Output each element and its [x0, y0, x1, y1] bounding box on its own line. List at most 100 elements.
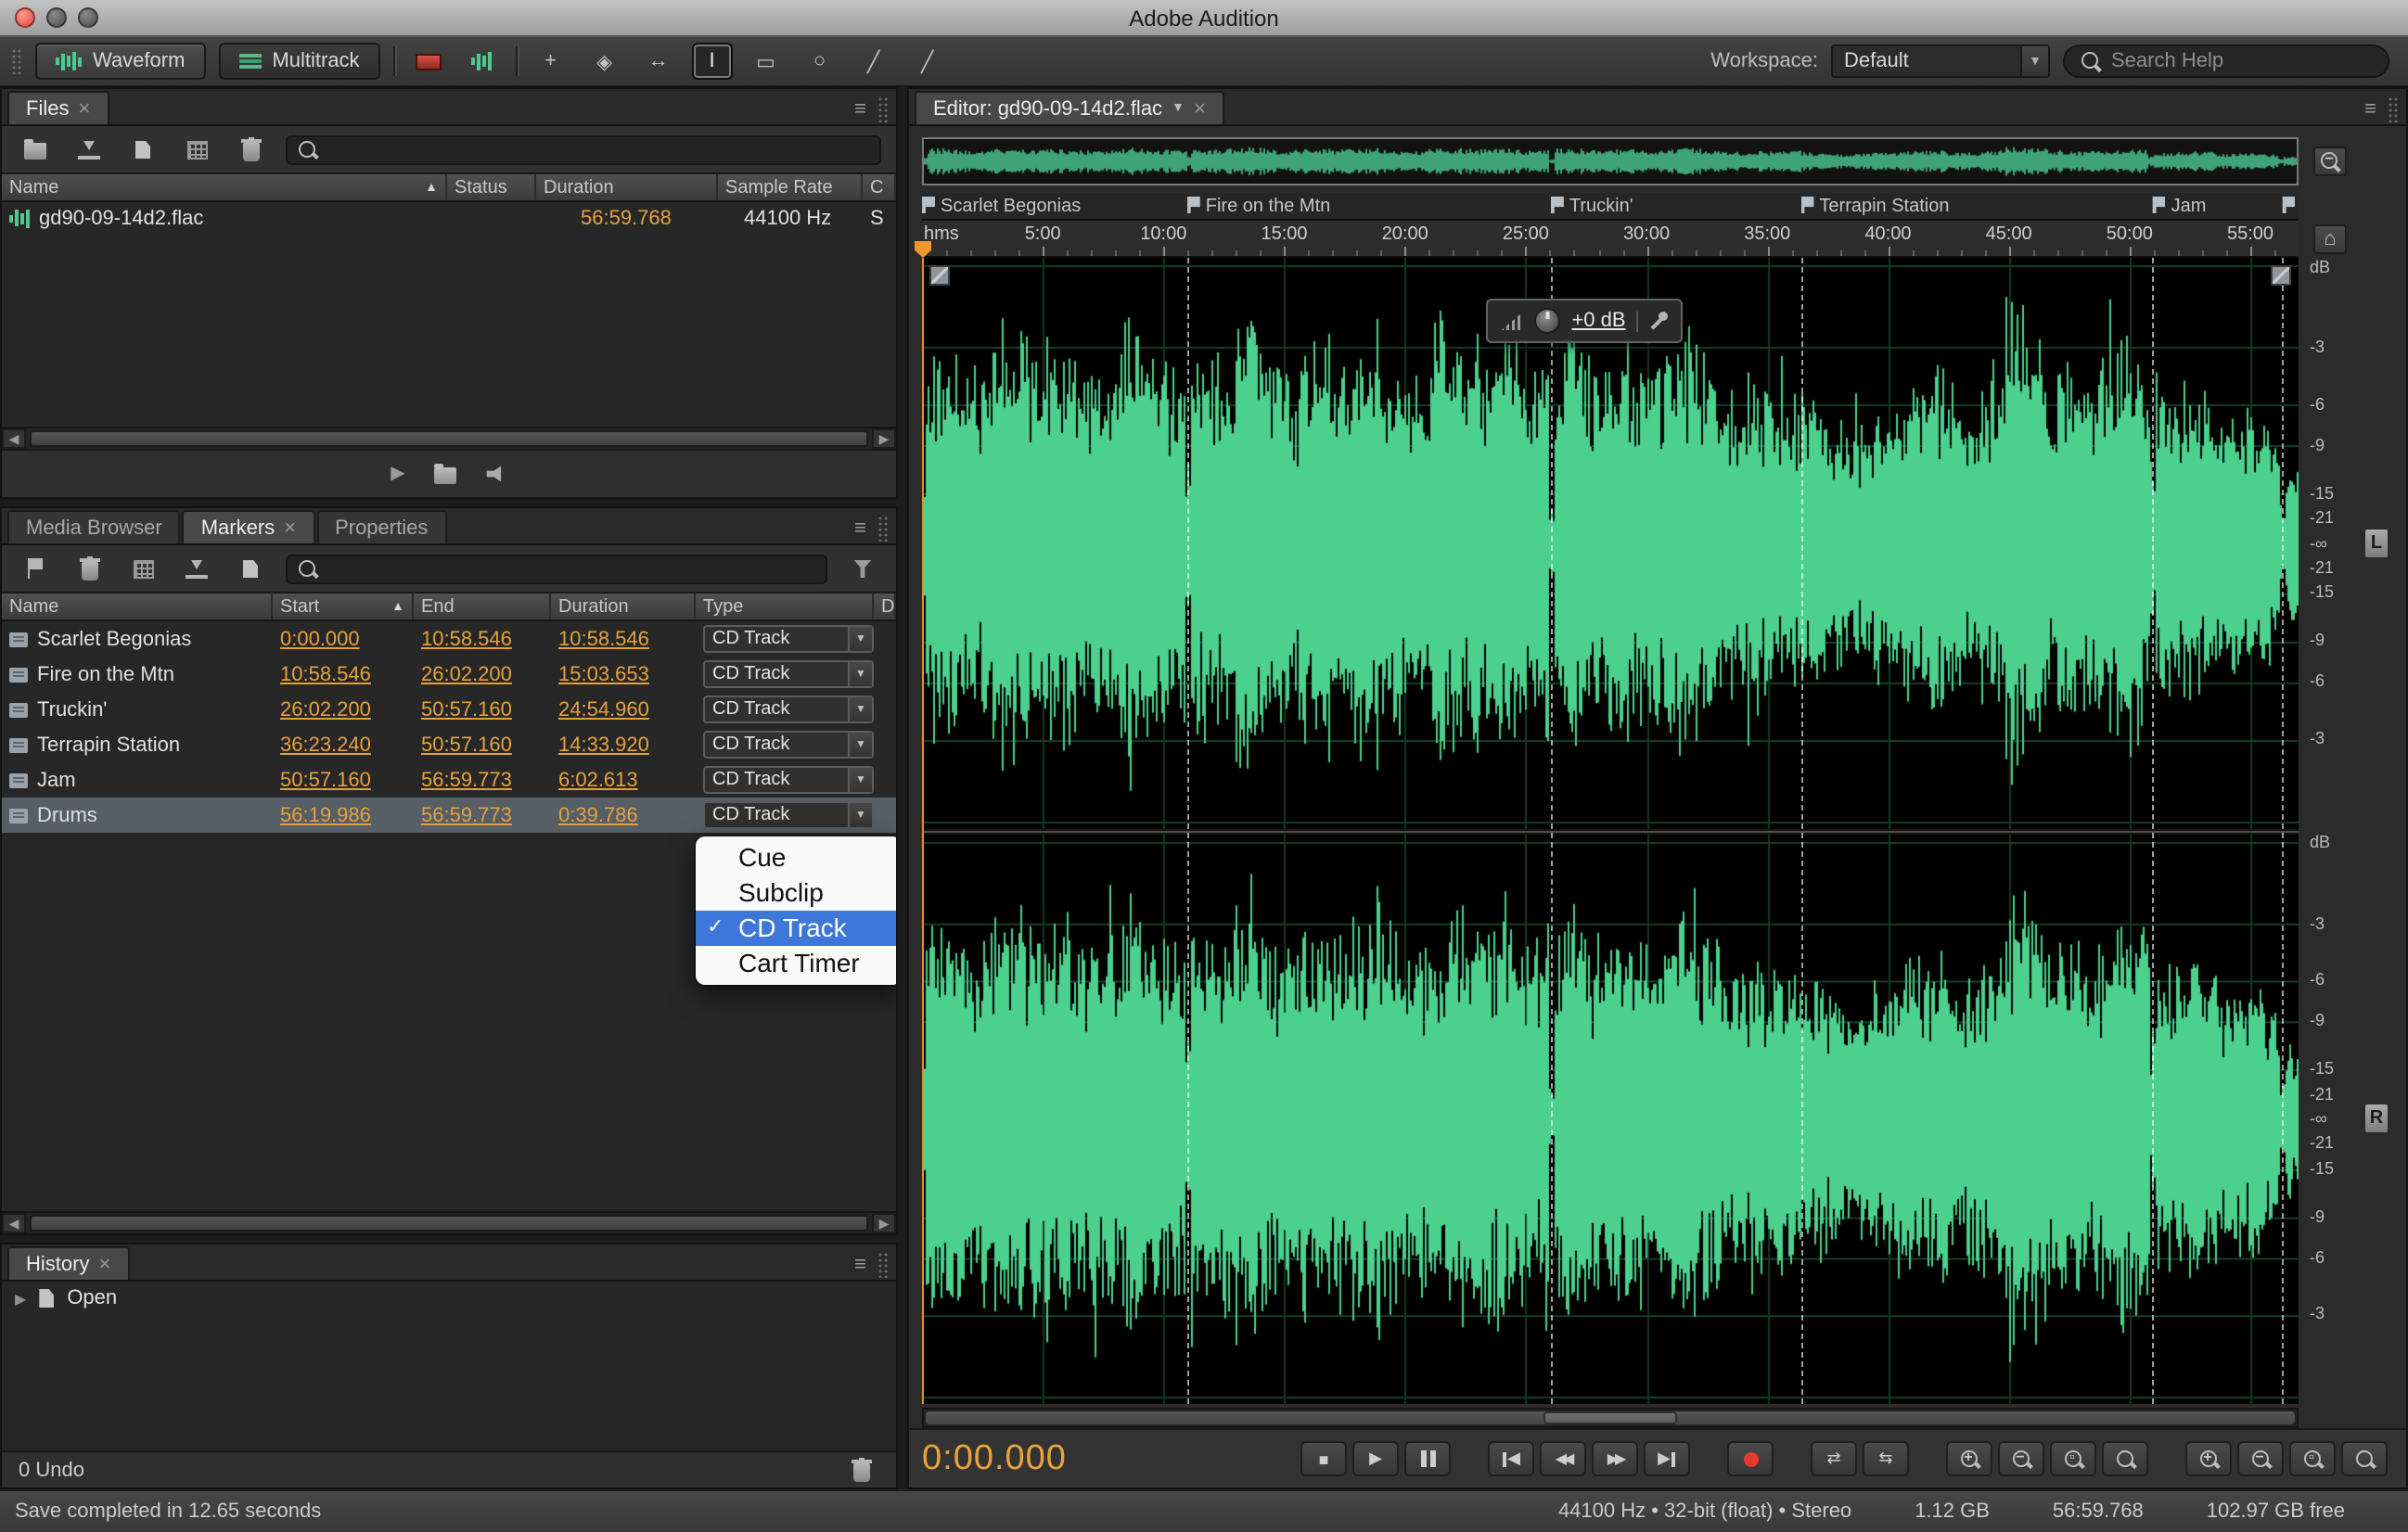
- volume-hud[interactable]: +0 dB: [1486, 299, 1684, 343]
- marker-duration[interactable]: 6:02.613: [551, 769, 696, 791]
- scroll-left-icon[interactable]: ◀: [2, 428, 26, 449]
- zoom-reset-button[interactable]: [2341, 1441, 2388, 1476]
- ribbon-marker[interactable]: Jam: [2152, 197, 2206, 217]
- type-menu-option[interactable]: Cart Timer: [696, 946, 896, 981]
- zoom-button[interactable]: [78, 7, 98, 28]
- marker-start[interactable]: 10:58.546: [273, 663, 414, 685]
- zoom-out-button[interactable]: −: [1998, 1441, 2044, 1476]
- marker-row[interactable]: Fire on the Mtn 10:58.546 26:02.200 15:0…: [2, 657, 896, 692]
- loop-preview-button[interactable]: [486, 465, 507, 483]
- ribbon-marker[interactable]: Scarlet Begonias: [922, 197, 1081, 217]
- lasso-selection-tool-button[interactable]: ○: [800, 43, 840, 80]
- chevron-down-icon[interactable]: ▼: [848, 803, 872, 827]
- volume-knob[interactable]: [1534, 308, 1561, 334]
- waveform-canvas-right[interactable]: [922, 834, 2299, 1404]
- chevron-down-icon[interactable]: ▼: [848, 733, 872, 757]
- zoom-home-button[interactable]: ⌂: [2313, 224, 2347, 254]
- overview-zoom-out-button[interactable]: −: [2313, 147, 2347, 176]
- marker-row[interactable]: Terrapin Station 36:23.240 50:57.160 14:…: [2, 727, 896, 762]
- ribbon-marker[interactable]: Drums: [2282, 197, 2299, 217]
- insert-markers-into-playlist-button[interactable]: [178, 552, 215, 585]
- panel-grip[interactable]: [877, 1252, 889, 1278]
- markers-search-input[interactable]: [327, 557, 816, 580]
- chevron-down-icon[interactable]: ▼: [1172, 102, 1185, 115]
- playhead-handle[interactable]: [915, 241, 931, 258]
- pause-button[interactable]: [1404, 1441, 1451, 1476]
- marker-row[interactable]: Jam 50:57.160 56:59.773 6:02.613 CD Trac…: [2, 762, 896, 798]
- tab-media-browser[interactable]: Media Browser: [7, 510, 181, 543]
- chevron-down-icon[interactable]: ▼: [848, 662, 872, 686]
- marker-type-select[interactable]: CD Track ▼: [703, 731, 874, 759]
- column-header-sample-rate[interactable]: Sample Rate: [718, 174, 863, 200]
- frequency-display-button[interactable]: [462, 43, 503, 80]
- files-hscrollbar[interactable]: ◀ ▶: [2, 427, 896, 449]
- marker-row[interactable]: Truckin' 26:02.200 50:57.160 24:54.960 C…: [2, 692, 896, 727]
- close-icon[interactable]: ×: [78, 97, 90, 120]
- play-button[interactable]: ▶: [1352, 1441, 1399, 1476]
- pin-icon[interactable]: [1650, 311, 1669, 331]
- chevron-down-icon[interactable]: ▼: [2020, 46, 2048, 76]
- column-header-duration[interactable]: Duration: [551, 594, 696, 619]
- tab-editor[interactable]: Editor: gd90-09-14d2.flac ▼ ×: [915, 91, 1224, 124]
- column-header-start[interactable]: Start ▲: [273, 594, 414, 619]
- ribbon-marker[interactable]: Truckin': [1550, 197, 1633, 217]
- scrollbar-thumb[interactable]: [30, 1215, 868, 1232]
- fast-forward-button[interactable]: ▶▶: [1592, 1441, 1638, 1476]
- marker-type-select[interactable]: CD Track ▼: [703, 766, 874, 794]
- marker-duration[interactable]: 10:58.546: [551, 628, 696, 650]
- zoom-in-point-button[interactable]: +: [2185, 1441, 2232, 1476]
- close-button[interactable]: [15, 7, 35, 28]
- insert-into-multitrack-button[interactable]: [178, 133, 215, 166]
- chevron-down-icon[interactable]: ▼: [848, 768, 872, 792]
- stop-button[interactable]: ■: [1300, 1441, 1347, 1476]
- slip-tool-button[interactable]: ↔: [638, 43, 679, 80]
- volume-value[interactable]: +0 dB: [1571, 310, 1625, 332]
- playhead-line[interactable]: [922, 258, 924, 1404]
- search-help-input[interactable]: Search Help: [2063, 45, 2389, 78]
- marker-ribbon[interactable]: Scarlet Begonias Fire on the Mtn Truckin' T…: [922, 193, 2299, 221]
- multitrack-view-button[interactable]: Multitrack: [218, 43, 380, 80]
- tab-files[interactable]: Files ×: [7, 91, 109, 124]
- chevron-down-icon[interactable]: ▼: [848, 697, 872, 721]
- scroll-right-icon[interactable]: ▶: [872, 1213, 896, 1233]
- fade-out-handle[interactable]: [2271, 265, 2291, 286]
- time-display[interactable]: 0:00.000: [922, 1438, 1100, 1479]
- marker-start[interactable]: 0:00.000: [273, 628, 414, 650]
- move-to-next-button[interactable]: ▶: [1644, 1441, 1690, 1476]
- auto-play-folder-button[interactable]: [434, 464, 457, 484]
- file-row[interactable]: gd90-09-14d2.flac 56:59.768 44100 Hz S: [2, 202, 896, 234]
- column-header-end[interactable]: End: [414, 594, 551, 619]
- razor-tool-button[interactable]: ◈: [584, 43, 625, 80]
- workspace-select[interactable]: Default ▼: [1831, 45, 2050, 78]
- marker-row[interactable]: Drums 56:19.986 56:59.773 0:39.786 CD Tr…: [2, 798, 896, 833]
- overview-waveform[interactable]: [922, 137, 2299, 185]
- record-button[interactable]: [1727, 1441, 1774, 1476]
- close-icon[interactable]: ×: [98, 1253, 110, 1275]
- history-item[interactable]: ▶ Open: [2, 1282, 896, 1315]
- ribbon-marker[interactable]: Terrapin Station: [1800, 197, 1950, 217]
- waveform-canvas-left[interactable]: [922, 258, 2299, 828]
- minimize-button[interactable]: [46, 7, 67, 28]
- channel-badge-left[interactable]: L: [2363, 527, 2389, 559]
- marker-duration[interactable]: 24:54.960: [551, 698, 696, 721]
- zoom-selection-button[interactable]: ▫: [2050, 1441, 2096, 1476]
- marquee-selection-tool-button[interactable]: ▭: [746, 43, 787, 80]
- fade-in-handle[interactable]: [929, 265, 950, 286]
- type-menu-option[interactable]: ✓ CD Track: [696, 911, 896, 946]
- marker-end[interactable]: 26:02.200: [414, 663, 551, 685]
- tab-markers[interactable]: Markers ×: [182, 510, 315, 543]
- waveform-display[interactable]: +0 dB: [922, 258, 2299, 1404]
- editor-hscrollbar[interactable]: [922, 1407, 2299, 1427]
- markers-hscrollbar[interactable]: ◀ ▶: [2, 1211, 896, 1233]
- paintbrush-tool-button[interactable]: ╱: [853, 43, 894, 80]
- levels-meter-button[interactable]: [408, 43, 449, 80]
- spot-healing-tool-button[interactable]: ╱: [907, 43, 948, 80]
- marker-duration[interactable]: 14:33.920: [551, 734, 696, 756]
- marker-type-select[interactable]: CD Track ▼: [703, 660, 874, 688]
- markers-search-box[interactable]: [286, 554, 827, 583]
- scroll-right-icon[interactable]: ▶: [872, 428, 896, 449]
- type-menu-option[interactable]: Cue: [696, 840, 896, 875]
- import-file-button[interactable]: [70, 133, 108, 166]
- panel-grip[interactable]: [2388, 96, 2399, 122]
- marker-end[interactable]: 10:58.546: [414, 628, 551, 650]
